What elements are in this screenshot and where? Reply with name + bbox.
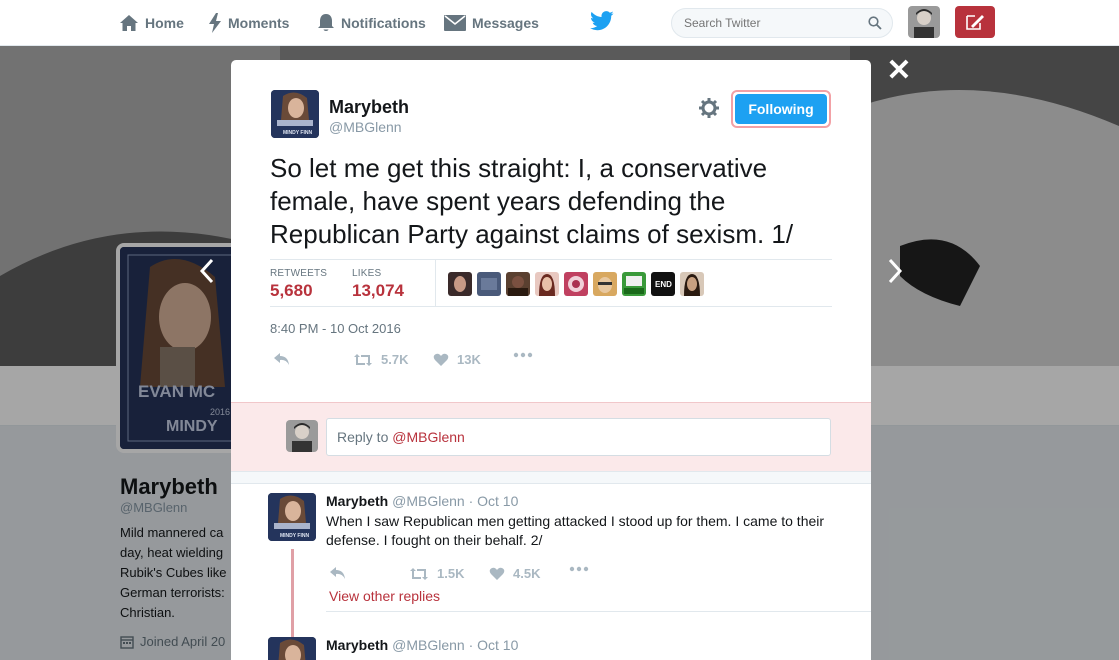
tweet-actions: 5.7K 13K: [270, 352, 570, 372]
more-action[interactable]: [569, 566, 597, 572]
reply-author-avatar[interactable]: MINDY FINN: [268, 493, 316, 541]
home-icon: [120, 15, 138, 31]
tweet-text: So let me get this straight: I, a conser…: [270, 153, 794, 249]
nav-messages-label: Messages: [472, 15, 539, 31]
liker-avatar[interactable]: [535, 272, 559, 296]
reply-input[interactable]: Reply to @MBGlenn: [326, 418, 831, 456]
nav-notifications[interactable]: Notifications: [317, 0, 426, 46]
stats-divider: [435, 260, 436, 306]
nav-moments[interactable]: Moments: [208, 0, 289, 46]
user-avatar[interactable]: [908, 6, 940, 38]
retweet-action[interactable]: 1.5K: [409, 566, 464, 581]
heart-icon: [433, 353, 449, 366]
heart-icon: [489, 567, 505, 580]
bell-icon: [318, 14, 334, 31]
nav-home-label: Home: [145, 15, 184, 31]
like-action[interactable]: 13K: [433, 352, 481, 367]
retweets-count: 5,680: [270, 281, 313, 300]
liker-avatar[interactable]: [680, 272, 704, 296]
following-button[interactable]: Following: [731, 90, 831, 128]
liker-avatar[interactable]: [622, 272, 646, 296]
retweet-count: 1.5K: [437, 566, 465, 581]
tweet-timestamp[interactable]: 8:40 PM - 10 Oct 2016: [270, 321, 401, 336]
liker-avatar-text: END: [655, 280, 672, 289]
like-count: 4.5K: [513, 566, 541, 581]
reply-divider: [326, 611, 871, 612]
thread-separator: [231, 472, 871, 484]
reply-actions: 1.5K 4.5K: [326, 566, 626, 584]
current-user-avatar: [286, 420, 318, 452]
reply-icon: [330, 567, 345, 579]
like-count: 13K: [457, 352, 481, 367]
reply-header: Marybeth @MBGlenn · Oct 10: [326, 637, 518, 653]
nav-moments-label: Moments: [228, 15, 290, 31]
retweets-label: RETWEETS: [270, 268, 328, 279]
retweet-icon: [354, 353, 372, 366]
reply-avatar-caption: MINDY FINN: [280, 533, 309, 539]
author-name[interactable]: Marybeth: [329, 97, 409, 118]
gear-icon[interactable]: [699, 98, 719, 118]
chevron-right-icon[interactable]: [884, 258, 904, 284]
thread-line: [291, 549, 294, 649]
lightning-icon: [209, 13, 221, 33]
reply-action[interactable]: [273, 352, 299, 366]
tweet-modal: MINDY FINN Marybeth @MBGlenn Following S…: [231, 60, 871, 660]
reply-mention: @MBGlenn: [392, 429, 465, 445]
likers-list: END: [448, 272, 709, 296]
tweet-stats: RETWEETS 5,680 LIKES 13,074 END: [270, 259, 832, 307]
liker-avatar[interactable]: [593, 272, 617, 296]
following-button-label: Following: [735, 94, 827, 124]
retweets-stat[interactable]: RETWEETS 5,680: [270, 268, 327, 301]
more-dots-icon: [513, 352, 533, 358]
nav-messages[interactable]: Messages: [444, 0, 539, 46]
author-handle[interactable]: @MBGlenn: [329, 119, 402, 135]
more-action[interactable]: [513, 352, 541, 358]
reply-author-avatar[interactable]: [268, 637, 316, 660]
likes-label: LIKES: [352, 268, 382, 279]
retweet-action[interactable]: 5.7K: [353, 352, 408, 367]
reply-author-name[interactable]: Marybeth: [326, 493, 388, 509]
view-other-replies-link[interactable]: View other replies: [329, 588, 440, 604]
liker-avatar[interactable]: [477, 272, 501, 296]
nav-notifications-label: Notifications: [341, 15, 426, 31]
retweet-icon: [410, 567, 428, 580]
author-avatar-caption: MINDY FINN: [283, 130, 312, 136]
compose-tweet-button[interactable]: [955, 6, 995, 38]
reply-action[interactable]: [329, 566, 355, 580]
liker-avatar[interactable]: END: [651, 272, 675, 296]
close-modal-button[interactable]: ✕: [886, 56, 912, 86]
author-avatar[interactable]: MINDY FINN: [271, 90, 319, 138]
reply-composer: Reply to @MBGlenn: [231, 402, 871, 472]
chevron-left-icon[interactable]: [198, 258, 218, 284]
retweet-count: 5.7K: [381, 352, 409, 367]
reply-header: Marybeth @MBGlenn · Oct 10: [326, 493, 518, 509]
liker-avatar[interactable]: [448, 272, 472, 296]
search-box[interactable]: [671, 8, 893, 38]
liker-avatar[interactable]: [506, 272, 530, 296]
reply-text: When I saw Republican men getting attack…: [326, 513, 825, 548]
more-dots-icon: [569, 566, 589, 572]
nav-home[interactable]: Home: [119, 0, 184, 46]
quill-icon: [966, 15, 984, 30]
like-action[interactable]: 4.5K: [489, 566, 540, 581]
reply-meta[interactable]: @MBGlenn · Oct 10: [392, 637, 518, 653]
likes-stat[interactable]: LIKES 13,074: [352, 268, 404, 301]
reply-author-name[interactable]: Marybeth: [326, 637, 388, 653]
reply-icon: [274, 353, 289, 365]
twitter-bird-icon[interactable]: [590, 10, 614, 32]
search-icon[interactable]: [868, 16, 882, 30]
reply-meta[interactable]: @MBGlenn · Oct 10: [392, 493, 518, 509]
search-input[interactable]: [672, 9, 852, 37]
liker-avatar[interactable]: [564, 272, 588, 296]
envelope-icon: [444, 15, 466, 31]
top-navigation: Home Moments Notifications Messages: [0, 0, 1119, 46]
reply-prefix: Reply to: [337, 429, 393, 445]
likes-count: 13,074: [352, 281, 404, 300]
